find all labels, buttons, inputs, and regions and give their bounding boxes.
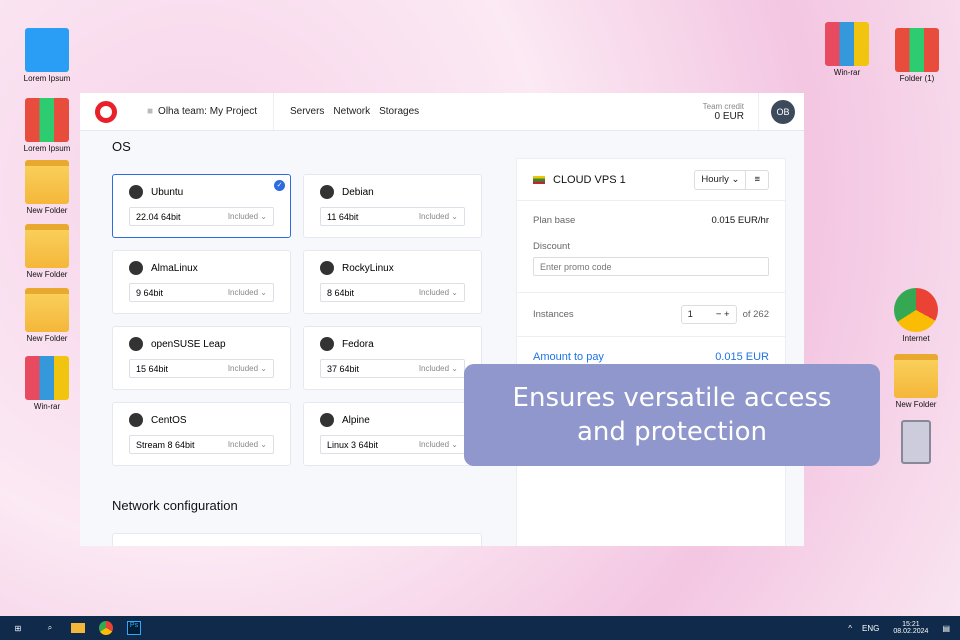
billing-select[interactable]: Hourly ⌄ — [695, 170, 747, 189]
app-window: ■ Olha team: My Project Servers Network S… — [80, 93, 804, 546]
desktop-icon-new-folder-3[interactable]: New Folder — [15, 288, 79, 343]
search-icon[interactable]: ⌕ — [36, 616, 64, 640]
os-version-select[interactable]: 9 64bit Included ⌄ — [129, 283, 274, 302]
folder-icon — [25, 288, 69, 332]
os-version-select[interactable]: 37 64bit Included ⌄ — [320, 359, 465, 378]
os-version-select[interactable]: 11 64bit Included ⌄ — [320, 207, 465, 226]
os-version-select[interactable]: 15 64bit Included ⌄ — [129, 359, 274, 378]
chrome-icon[interactable] — [92, 616, 120, 640]
winrar-icon — [825, 22, 869, 66]
avatar[interactable]: OB — [771, 99, 795, 124]
nav-storages[interactable]: Storages — [379, 106, 419, 117]
os-logo-icon — [320, 185, 334, 199]
taskbar: ⊞ ⌕ Ps ^ ENG 15:21 08.02.2024 ▤ — [0, 616, 960, 640]
team-credit: Team credit 0 EUR — [703, 93, 759, 130]
folder-icon — [25, 160, 69, 204]
os-card-opensuse-leap[interactable]: openSUSE Leap 15 64bit Included ⌄ — [112, 326, 291, 390]
file-explorer-icon[interactable] — [64, 616, 92, 640]
desktop-icon-new-folder-right[interactable]: New Folder — [884, 354, 948, 409]
desktop-icon-internet[interactable]: Internet — [884, 288, 948, 343]
check-icon: ✓ — [274, 180, 285, 191]
os-logo-icon — [129, 413, 143, 427]
folder-icon: ■ — [147, 106, 154, 117]
os-version-select[interactable]: Stream 8 64bit Included ⌄ — [129, 435, 274, 454]
os-card-almalinux[interactable]: AlmaLinux 9 64bit Included ⌄ — [112, 250, 291, 314]
computer-icon — [25, 28, 69, 72]
notification-icon[interactable]: ▤ — [942, 624, 950, 633]
desktop-icon-winrar-right[interactable]: Win-rar — [815, 22, 879, 77]
os-logo-icon — [129, 185, 143, 199]
os-card-fedora[interactable]: Fedora 37 64bit Included ⌄ — [303, 326, 482, 390]
folder-icon — [894, 354, 938, 398]
project-selector[interactable]: ■ Olha team: My Project — [147, 93, 274, 130]
caption-banner: Ensures versatile access and protection — [464, 364, 880, 466]
top-header: ■ Olha team: My Project Servers Network S… — [80, 93, 804, 131]
flag-icon — [533, 175, 545, 184]
os-logo-icon — [320, 413, 334, 427]
desktop-icon-winrar-left[interactable]: Win-rar — [15, 356, 79, 411]
network-heading: Network configuration — [112, 498, 238, 513]
photoshop-icon[interactable]: Ps — [120, 616, 148, 640]
os-card-centos[interactable]: CentOS Stream 8 64bit Included ⌄ — [112, 402, 291, 466]
binders-icon — [25, 98, 69, 142]
os-card-rockylinux[interactable]: RockyLinux 8 64bit Included ⌄ — [303, 250, 482, 314]
os-card-ubuntu[interactable]: Ubuntu 22.04 64bit Included ⌄ ✓ — [112, 174, 291, 238]
os-logo-icon — [320, 261, 334, 275]
clock[interactable]: 15:21 08.02.2024 — [893, 621, 928, 635]
os-logo-icon — [129, 337, 143, 351]
language-indicator[interactable]: ENG — [862, 624, 879, 633]
os-version-select[interactable]: 22.04 64bit Included ⌄ — [129, 207, 274, 226]
os-logo-icon — [129, 261, 143, 275]
desktop-icon-new-folder-2[interactable]: New Folder — [15, 224, 79, 279]
os-heading: OS — [112, 139, 131, 154]
folder-icon — [25, 224, 69, 268]
desktop-icon-lorem-ipsum-2[interactable]: Lorem Ipsum — [15, 98, 79, 153]
recycle-bin-icon[interactable] — [884, 420, 948, 466]
server-icon[interactable]: ≡ — [746, 171, 768, 189]
nav-network[interactable]: Network — [333, 106, 370, 117]
windows-start-icon[interactable]: ⊞ — [0, 616, 36, 640]
chrome-icon — [894, 288, 938, 332]
desktop-icon-folder-1[interactable]: Folder (1) — [885, 28, 949, 83]
os-version-select[interactable]: Linux 3 64bit Included ⌄ — [320, 435, 465, 454]
order-summary: CLOUD VPS 1 Hourly ⌄ ≡ Plan base 0.015 EU… — [516, 158, 786, 546]
os-logo-icon — [320, 337, 334, 351]
tray-chevron-icon[interactable]: ^ — [848, 624, 852, 633]
logo[interactable] — [95, 100, 117, 123]
desktop-icon-lorem-ipsum-1[interactable]: Lorem Ipsum — [15, 28, 79, 83]
os-card-alpine[interactable]: Alpine Linux 3 64bit Included ⌄ — [303, 402, 482, 466]
binders-icon — [895, 28, 939, 72]
nav-servers[interactable]: Servers — [290, 106, 324, 117]
desktop-icon-new-folder-1[interactable]: New Folder — [15, 160, 79, 215]
winrar-icon — [25, 356, 69, 400]
os-version-select[interactable]: 8 64bit Included ⌄ — [320, 283, 465, 302]
promo-code-input[interactable] — [533, 257, 769, 276]
os-card-debian[interactable]: Debian 11 64bit Included ⌄ — [303, 174, 482, 238]
instances-stepper[interactable]: 1− + — [680, 305, 737, 324]
